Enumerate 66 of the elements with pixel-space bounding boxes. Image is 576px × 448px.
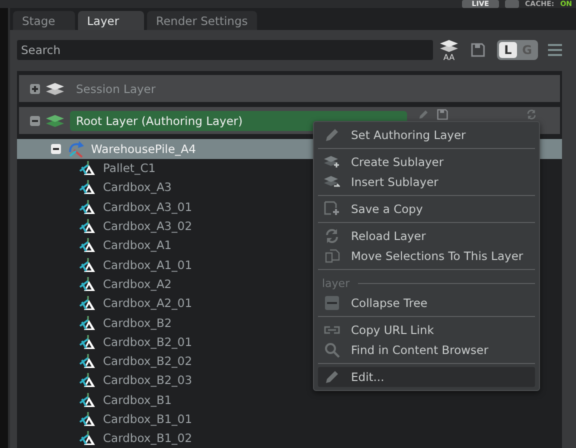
collapse-icon[interactable]	[51, 144, 61, 154]
menu-item[interactable]: Find in Content Browser	[318, 340, 535, 360]
prim-icon	[79, 352, 97, 370]
toggle-option[interactable]: L	[499, 42, 517, 58]
prim-icon	[79, 159, 97, 178]
tree-label[interactable]: Cardbox_B1	[103, 392, 172, 407]
layers-caption: AA	[443, 54, 455, 62]
prim-icon	[79, 332, 97, 351]
minus-square-icon	[324, 296, 340, 310]
pencil-icon	[418, 109, 429, 120]
prim-icon	[79, 217, 97, 236]
menu-item[interactable]: Move Selections To This Layer	[318, 246, 535, 266]
prim-icon	[79, 390, 97, 409]
menu-item[interactable]: Collapse Tree	[318, 293, 535, 313]
expand-icon[interactable]	[30, 84, 40, 94]
menu-item[interactable]: Edit...	[318, 367, 535, 387]
tab[interactable]: Layer	[78, 11, 144, 30]
reload-icon	[324, 228, 340, 244]
prim-icon	[79, 294, 97, 312]
prim-icon	[79, 314, 97, 332]
tree-label[interactable]: Cardbox_A3_02	[103, 219, 192, 234]
prim-icon	[79, 256, 97, 274]
layers-plus-icon	[324, 155, 340, 169]
pencil-icon	[324, 127, 340, 143]
menu-item[interactable]: Reload Layer	[318, 226, 535, 246]
tree-label[interactable]: Cardbox_A3_01	[103, 200, 192, 214]
menu-item[interactable]: Save a Copy	[318, 199, 535, 219]
tree-label[interactable]: Cardbox_B1_02	[103, 431, 192, 446]
menu-item[interactable]: Insert Sublayer	[318, 172, 535, 192]
menu-icon[interactable]	[548, 44, 562, 56]
tree-label[interactable]: Cardbox_A2_01	[103, 296, 192, 310]
save-plus-icon	[324, 201, 340, 217]
link-icon	[324, 326, 340, 334]
prim-icon	[79, 236, 97, 254]
prim-icon	[79, 410, 97, 428]
layers-icon	[439, 38, 459, 54]
menu-item[interactable]: Copy URL Link	[318, 320, 535, 340]
tree-label[interactable]: WarehousePile_A4	[91, 142, 196, 156]
search-field[interactable]: Search	[17, 40, 433, 60]
tree-label[interactable]: Cardbox_A2	[103, 276, 172, 291]
tree-label[interactable]: Cardbox_A1_01	[103, 258, 192, 272]
save-icon	[437, 109, 448, 120]
reload-icon	[526, 109, 537, 120]
layers-icon	[45, 80, 65, 97]
tree-label[interactable]: Cardbox_B2	[103, 316, 172, 330]
pages-icon	[324, 248, 340, 264]
prim-icon	[79, 274, 97, 293]
prim-icon	[79, 371, 97, 390]
tree-label[interactable]: Pallet_C1	[103, 161, 156, 176]
prim-icon	[79, 178, 97, 196]
tree-label[interactable]: Cardbox_B2_03	[103, 373, 192, 388]
pencil-icon	[324, 369, 340, 385]
layer-name: Session Layer	[75, 80, 157, 98]
search-icon	[324, 342, 340, 358]
save-icon[interactable]	[471, 43, 485, 58]
tab[interactable]: Render Settings	[147, 11, 257, 30]
layers-icon	[45, 112, 65, 129]
tab[interactable]: Stage	[13, 11, 75, 30]
layers-arrow-icon	[324, 175, 340, 189]
prim-icon	[79, 198, 97, 216]
tree-label[interactable]: Cardbox_A1	[103, 238, 172, 252]
tree-label[interactable]: Cardbox_B1_01	[103, 412, 192, 426]
tree-label[interactable]: Cardbox_B2_01	[103, 334, 192, 349]
tree-label[interactable]: Cardbox_B2_02	[103, 354, 192, 368]
tree-label[interactable]: Cardbox_A3	[103, 180, 172, 194]
transform-icon	[67, 140, 85, 158]
